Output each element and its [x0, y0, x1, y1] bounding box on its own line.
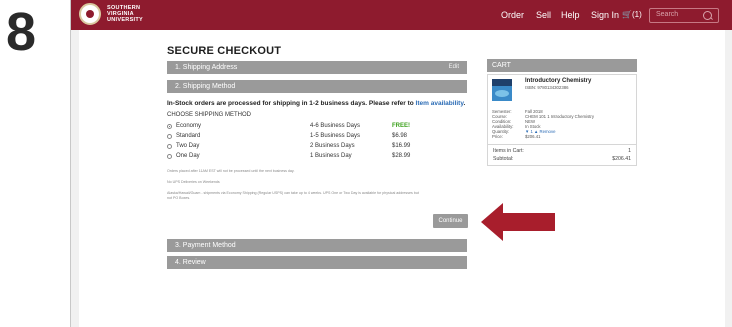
- subtotal-label: Subtotal:: [493, 156, 514, 162]
- search-placeholder: Search: [656, 11, 679, 18]
- subtotal-value: $206.41: [612, 156, 631, 162]
- step-label: 2. Shipping Method: [175, 83, 236, 90]
- university-seal-icon: [79, 3, 101, 25]
- checkout-panel: SECURE CHECKOUT 1. Shipping Address Edit…: [79, 30, 725, 327]
- radio-economy[interactable]: [167, 124, 172, 129]
- step-shipping-address[interactable]: 1. Shipping Address Edit: [167, 61, 467, 74]
- nav-sign-in[interactable]: Sign In: [591, 0, 619, 30]
- option-time: 4-6 Business Days: [310, 123, 361, 129]
- nav-order[interactable]: Order: [501, 0, 524, 30]
- option-price: $28.99: [392, 153, 411, 159]
- cart-count: (1): [631, 10, 642, 19]
- step-payment-method[interactable]: 3. Payment Method: [167, 239, 467, 252]
- edit-address-link[interactable]: Edit: [449, 61, 459, 74]
- logo-text: SOUTHERN VIRGINIA UNIVERSITY: [107, 5, 143, 23]
- step-label: 4. Review: [175, 259, 206, 266]
- top-navigation-bar: SOUTHERN VIRGINIA UNIVERSITY Order Sell …: [71, 0, 732, 30]
- cart-header: CART: [487, 59, 637, 72]
- option-price: $6.98: [392, 133, 408, 139]
- step-number: 8: [6, 2, 37, 62]
- step-shipping-method: 2. Shipping Method: [167, 80, 467, 93]
- alaska-note: Alaska/Hawaii/Guam - shipments via Econo…: [167, 191, 419, 195]
- book-isbn: ISBN: 9780134302386: [525, 85, 569, 90]
- option-time: 1-5 Business Days: [310, 133, 361, 139]
- item-availability-link[interactable]: Item availability: [416, 100, 464, 107]
- step-label: 1. Shipping Address: [175, 64, 238, 71]
- option-time: 2 Business Days: [310, 143, 355, 149]
- processing-note: In-Stock orders are processed for shippi…: [167, 100, 465, 107]
- processing-end: .: [463, 100, 466, 107]
- logo-line: UNIVERSITY: [107, 17, 144, 23]
- nav-help[interactable]: Help: [561, 0, 580, 30]
- page-title: SECURE CHECKOUT: [167, 45, 282, 57]
- option-price: FREE!: [392, 123, 410, 129]
- choose-shipping-label: CHOOSE SHIPPING METHOD: [167, 112, 252, 118]
- items-in-cart-value: 1: [628, 148, 631, 154]
- option-name: Economy: [176, 123, 202, 129]
- option-time: 1 Business Day: [310, 153, 352, 159]
- weekend-note: No UPS Deliveries on Weekends: [167, 180, 220, 184]
- cart-icon: 🛒: [622, 10, 632, 19]
- alaska-note-cont: not PO Boxes.: [167, 196, 191, 200]
- processing-text: In-Stock orders are processed for shippi…: [167, 100, 414, 107]
- cart-link[interactable]: 🛒(1): [622, 0, 642, 30]
- university-logo[interactable]: SOUTHERN VIRGINIA UNIVERSITY: [79, 3, 143, 25]
- nav-sell[interactable]: Sell: [536, 0, 551, 30]
- book-title: Introductory Chemistry: [525, 78, 592, 84]
- search-input[interactable]: Search: [649, 8, 719, 23]
- cart-summary: Items in Cart: 1 Subtotal: $206.41: [487, 144, 637, 166]
- cutoff-note: Orders placed after 11AM EST will not be…: [167, 169, 295, 173]
- step-label: 3. Payment Method: [175, 242, 236, 249]
- field-label: Price:: [492, 134, 503, 139]
- radio-one-day[interactable]: [167, 154, 172, 159]
- radio-two-day[interactable]: [167, 144, 172, 149]
- search-icon[interactable]: [703, 11, 712, 20]
- option-name: Standard: [176, 133, 201, 139]
- step-review[interactable]: 4. Review: [167, 256, 467, 269]
- continue-button[interactable]: Continue: [433, 214, 468, 228]
- field-value: $206.41: [525, 134, 541, 139]
- option-price: $16.99: [392, 143, 411, 149]
- radio-standard[interactable]: [167, 134, 172, 139]
- field-value: CHEM 101 1 Introductory Chemistry: [525, 114, 595, 119]
- option-name: Two Day: [176, 143, 200, 149]
- arrow-left-icon: [477, 198, 558, 246]
- option-name: One Day: [176, 153, 200, 159]
- items-in-cart-label: Items in Cart:: [493, 148, 524, 154]
- book-cover-image: [492, 79, 512, 101]
- browser-page: SOUTHERN VIRGINIA UNIVERSITY Order Sell …: [70, 0, 732, 327]
